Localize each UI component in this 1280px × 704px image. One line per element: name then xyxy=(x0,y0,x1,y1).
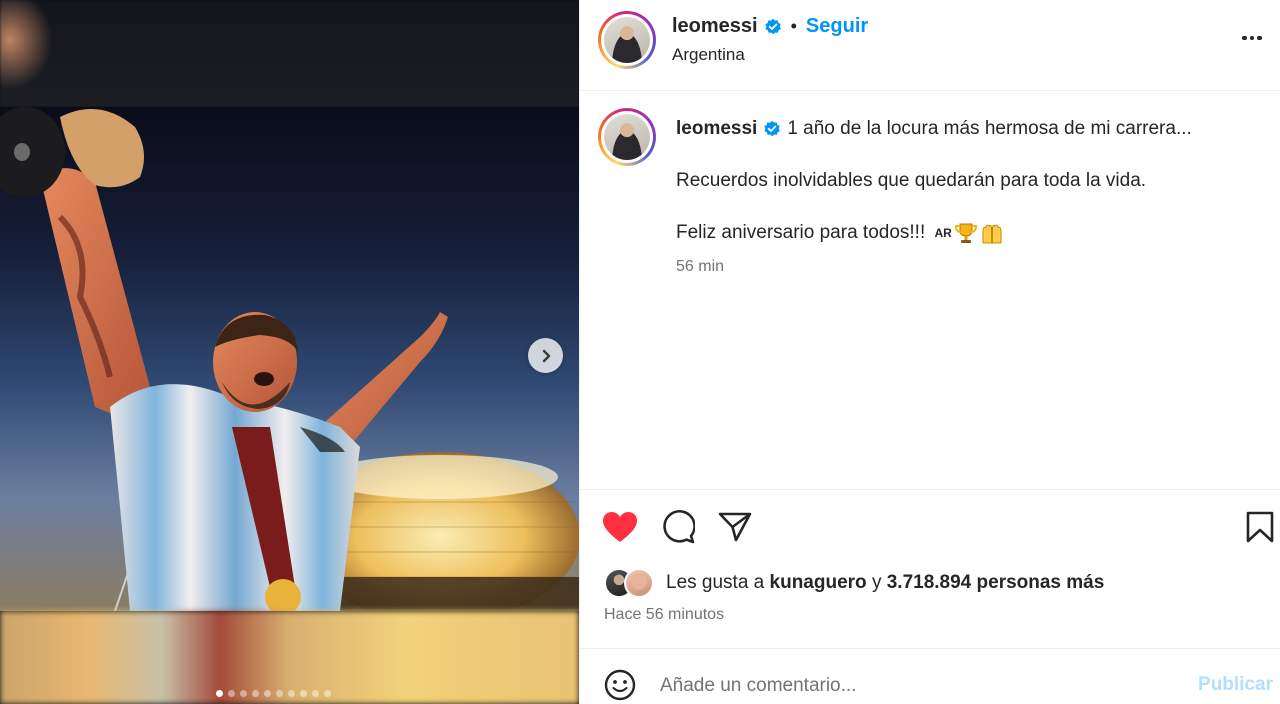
author-avatar[interactable] xyxy=(598,11,656,69)
caption-emojis: AR xyxy=(931,220,1004,246)
carousel-dot xyxy=(276,690,283,697)
emoji-picker-button[interactable] xyxy=(602,667,638,703)
carousel-dot xyxy=(240,690,247,697)
caption-line-2: Recuerdos inolvidables que quedarán para… xyxy=(676,170,1147,191)
trophy-icon xyxy=(954,223,977,243)
publish-comment-button[interactable]: Publicar xyxy=(1198,674,1273,696)
comment-icon xyxy=(663,510,695,544)
carousel-dot xyxy=(324,690,331,697)
carousel-indicator xyxy=(216,690,331,697)
save-button[interactable] xyxy=(1240,507,1280,547)
raised-hands-icon xyxy=(982,224,1002,244)
liker-username[interactable]: kunaguero xyxy=(770,572,867,594)
share-icon xyxy=(718,512,752,542)
post-photo xyxy=(0,107,579,611)
carousel-dot xyxy=(216,690,223,697)
carousel-next-button[interactable] xyxy=(528,338,563,373)
post-side-panel: leomessi • Seguir Argentina leomessi 1 a… xyxy=(579,0,1280,704)
post-media[interactable] xyxy=(0,0,579,704)
likes-prefix: Les gusta a xyxy=(666,572,765,593)
author-username[interactable]: leomessi xyxy=(672,15,758,38)
post-location[interactable]: Argentina xyxy=(672,45,745,65)
likes-count[interactable]: 3.718.894 personas más xyxy=(887,572,1105,594)
chevron-right-icon xyxy=(542,349,550,362)
more-dot-icon xyxy=(1249,35,1255,41)
likers-avatars xyxy=(604,568,656,598)
post-timestamp: Hace 56 minutos xyxy=(604,606,725,623)
heart-icon xyxy=(603,512,637,542)
caption-timestamp[interactable]: 56 min xyxy=(676,254,1266,280)
post-actions xyxy=(580,505,1280,549)
like-button[interactable] xyxy=(600,507,640,547)
more-dot-icon xyxy=(1257,35,1262,41)
comment-button[interactable] xyxy=(658,507,698,547)
comment-bar: Publicar xyxy=(580,648,1280,704)
post-header: leomessi • Seguir Argentina xyxy=(580,0,1280,91)
caption-line-1: 1 año de la locura más hermosa de mi car… xyxy=(787,118,1192,139)
carousel-dot xyxy=(228,690,235,697)
avatar-image xyxy=(604,114,650,160)
carousel-dot xyxy=(300,690,307,697)
liker-avatar xyxy=(624,568,654,598)
photo-illustration xyxy=(0,107,579,611)
likes-summary[interactable]: Les gusta a kunaguero y 3.718.894 person… xyxy=(604,568,1104,598)
smiley-icon xyxy=(604,669,636,701)
carousel-dot xyxy=(312,690,319,697)
share-button[interactable] xyxy=(715,507,755,547)
media-blur-top xyxy=(0,0,579,107)
follow-button[interactable]: Seguir xyxy=(806,15,868,38)
more-options-button[interactable] xyxy=(1237,26,1267,50)
carousel-dot xyxy=(252,690,259,697)
argentina-flag-icon: AR xyxy=(934,226,952,240)
caption-username[interactable]: leomessi xyxy=(676,116,757,142)
caption-line-3: Feliz aniversario para todos!!! xyxy=(676,222,926,244)
bookmark-icon xyxy=(1246,511,1274,543)
verified-badge-icon xyxy=(764,18,781,34)
avatar-image xyxy=(604,17,650,63)
caption-line-3-wrap: Feliz aniversario para todos!!! AR xyxy=(676,220,1266,246)
caption-section: leomessi 1 año de la locura más hermosa … xyxy=(580,92,1280,490)
post-caption: leomessi 1 año de la locura más hermosa … xyxy=(676,116,1266,280)
likes-connector: y xyxy=(871,572,882,593)
more-dot-icon xyxy=(1242,35,1247,41)
comment-input[interactable] xyxy=(660,669,1180,703)
separator-dot: • xyxy=(790,16,797,36)
verified-badge-icon xyxy=(764,120,781,137)
caption-author-avatar[interactable] xyxy=(598,108,656,166)
carousel-dot xyxy=(288,690,295,697)
carousel-dot xyxy=(264,690,271,697)
